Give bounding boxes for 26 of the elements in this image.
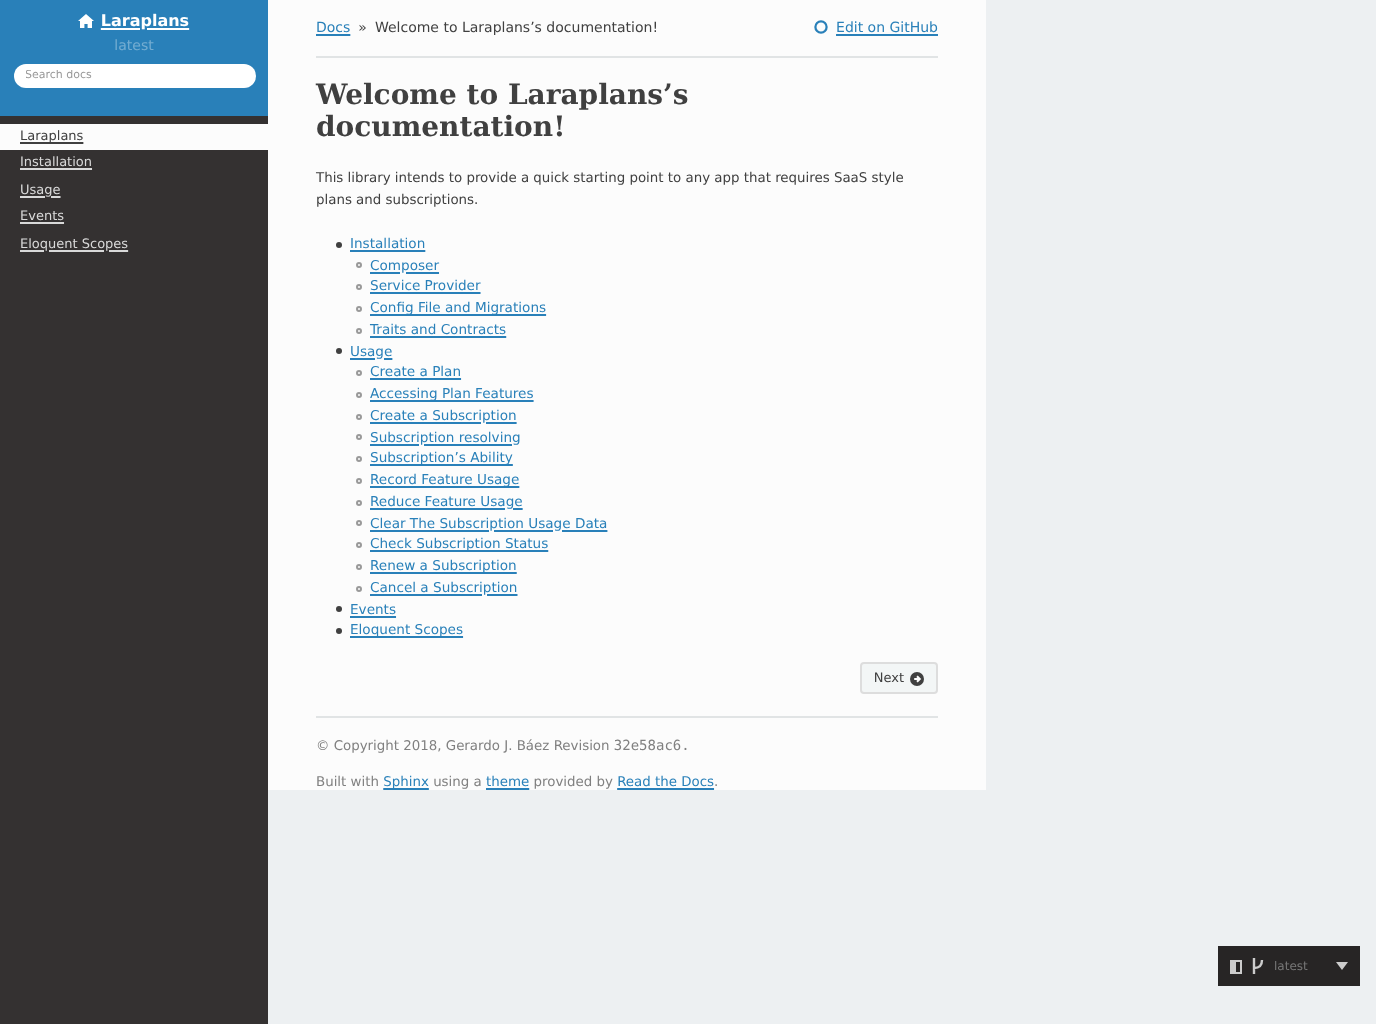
bullet-icon [356,585,362,592]
bullet-icon [356,370,362,377]
bullet-icon [356,413,362,420]
bullet-icon [336,606,342,613]
branch-icon [1252,958,1264,974]
page-heading: Welcome to Laraplans’s documentation! [316,79,691,144]
bullet-icon [356,284,362,291]
bullet-icon [356,499,362,506]
project-link[interactable]: Laraplans [78,12,190,30]
bullet-icon [336,241,342,248]
bullet-icon [356,542,362,549]
bullet-icon [356,262,362,269]
caret-icon [1336,962,1348,970]
bullet-icon [356,305,362,312]
bullet-icon [356,477,362,484]
bullet-icon [356,327,362,334]
bullet-icon [356,520,362,527]
arrow-icon [910,671,924,685]
bullet-icon [356,391,362,398]
home-icon [78,14,95,28]
bullet-icon [356,563,362,570]
bullet-icon [336,628,342,635]
bullet-icon [356,456,362,463]
book-icon [1230,959,1242,973]
bullet-icon [336,348,342,355]
bullet-icon [356,434,362,441]
